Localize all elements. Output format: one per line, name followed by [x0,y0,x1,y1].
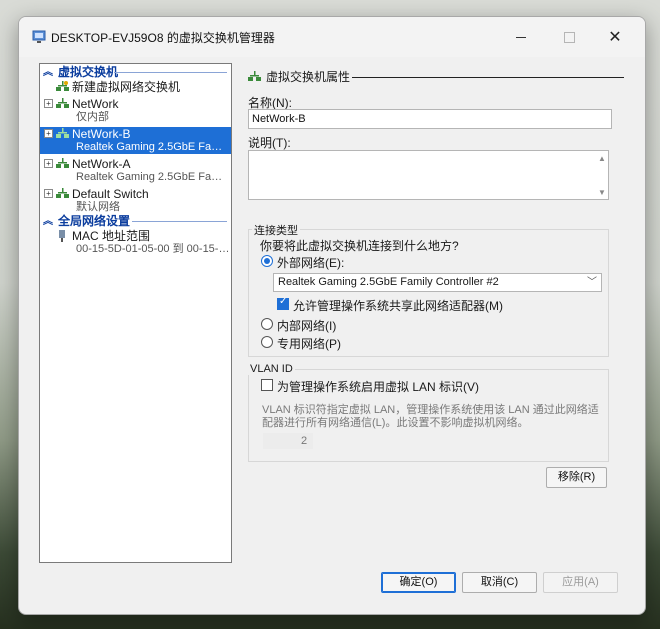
properties-panel: 虚拟交换机属性 名称(N): 说明(T): ▲ ▼ 连接类型 你要将此虚拟交换机… [236,63,632,569]
switch-subtitle: Realtek Gaming 2.5GbE Family Con... [76,171,231,183]
mac-range-label: MAC 地址范围 [72,229,151,243]
vlan-title: VLAN ID [248,363,295,375]
remove-button[interactable]: 移除(R) [546,467,607,488]
vlan-hint: VLAN 标识符指定虚拟 LAN，管理操作系统使用该 LAN 通过此网络适配器进… [262,404,599,429]
external-network-label[interactable]: 外部网络(E): [277,254,344,271]
tree-item-network-a[interactable]: + NetWork-A [40,157,231,171]
mac-range-value: 00-15-5D-01-05-00 到 00-15-5D-0... [76,243,231,255]
description-textarea[interactable]: ▲ ▼ [248,150,609,200]
heading-text: 虚拟交换机属性 [266,70,351,84]
title-bar: DESKTOP-EVJ59O8 的虚拟交换机管理器 ✕ [19,17,645,57]
allow-share-label[interactable]: 允许管理操作系统共享此网络适配器(M) [293,297,503,314]
internal-network-label[interactable]: 内部网络(I) [277,317,336,334]
connection-question: 你要将此虚拟交换机连接到什么地方? [260,239,459,253]
chevron-down-icon[interactable]: ﹀ [587,274,597,291]
switch-name: NetWork [72,97,119,111]
adapter-value: Realtek Gaming 2.5GbE Family Controller … [278,276,499,288]
properties-heading: 虚拟交换机属性 [248,69,350,85]
expand-icon[interactable]: + [44,189,53,198]
switch-manager-window: DESKTOP-EVJ59O8 的虚拟交换机管理器 ✕ ︽ 虚拟交换机 新建虚拟… [18,16,646,615]
tree-item-default-switch[interactable]: + Default Switch [40,187,231,201]
minimize-icon [516,36,526,38]
collapse-chevron-icon[interactable]: ︽ [43,214,53,229]
minimize-button[interactable] [501,17,541,57]
allow-share-checkbox[interactable] [277,296,289,310]
scroll-up-icon[interactable]: ▲ [598,154,606,163]
maximize-icon [563,31,575,43]
close-icon: ✕ [608,29,622,46]
tree-item-new-switch[interactable]: 新建虚拟网络交换机 [40,80,231,94]
section-divider [132,221,227,222]
external-network-radio[interactable] [261,255,273,267]
internal-network-radio[interactable] [261,318,273,330]
switch-icon [56,98,69,108]
expand-icon[interactable]: + [44,99,53,108]
switch-name: NetWork-B [72,127,131,141]
heading-divider [352,77,624,78]
vlan-enable-checkbox[interactable] [261,379,273,391]
switch-name: NetWork-A [72,157,131,171]
connection-type-title: 连接类型 [252,222,300,238]
section-label: 虚拟交换机 [58,65,119,79]
switch-subtitle: Realtek Gaming 2.5GbE Family Con... [76,141,231,153]
description-label: 说明(T): [248,136,291,150]
description-scrollbar[interactable]: ▲ ▼ [596,151,608,199]
section-divider [114,72,227,73]
app-icon [32,30,46,43]
switch-icon [248,71,261,81]
expand-icon[interactable]: + [44,159,53,168]
switch-subtitle: 仅内部 [76,111,109,123]
tree-item-network[interactable]: + NetWork [40,97,231,111]
vlan-id-input[interactable]: 2 [263,433,313,449]
new-switch-label: 新建虚拟网络交换机 [72,80,181,94]
tree-item-mac-range[interactable]: MAC 地址范围 [40,229,231,243]
apply-button[interactable]: 应用(A) [543,572,618,593]
collapse-chevron-icon[interactable]: ︽ [43,65,53,80]
adapter-select[interactable]: Realtek Gaming 2.5GbE Family Controller … [273,273,602,292]
vlan-enable-label[interactable]: 为管理操作系统启用虚拟 LAN 标识(V) [277,378,479,395]
expand-icon[interactable]: + [44,129,53,138]
switch-name: Default Switch [72,187,149,201]
switch-icon [56,158,69,168]
switch-icon [56,188,69,198]
new-switch-icon [56,81,69,91]
section-virtual-switches[interactable]: ︽ 虚拟交换机 [40,65,231,80]
mac-address-icon [59,230,65,242]
switch-subtitle: 默认网络 [76,201,120,213]
name-input[interactable] [248,109,612,129]
close-button[interactable]: ✕ [595,17,635,57]
ok-button[interactable]: 确定(O) [381,572,456,593]
switch-tree[interactable]: ︽ 虚拟交换机 新建虚拟网络交换机 + NetWork 仅内部 + NetWor… [39,63,232,563]
private-network-label[interactable]: 专用网络(P) [277,335,341,352]
section-label: 全局网络设置 [58,214,131,228]
cancel-button[interactable]: 取消(C) [462,572,537,593]
switch-icon [56,128,69,138]
private-network-radio[interactable] [261,336,273,348]
window-title: DESKTOP-EVJ59O8 的虚拟交换机管理器 [51,31,275,45]
tree-item-network-b[interactable]: + NetWork-B Realtek Gaming 2.5GbE Family… [40,127,231,154]
section-global-settings[interactable]: ︽ 全局网络设置 [40,214,231,229]
maximize-button[interactable] [549,17,589,57]
scroll-down-icon[interactable]: ▼ [598,188,606,197]
